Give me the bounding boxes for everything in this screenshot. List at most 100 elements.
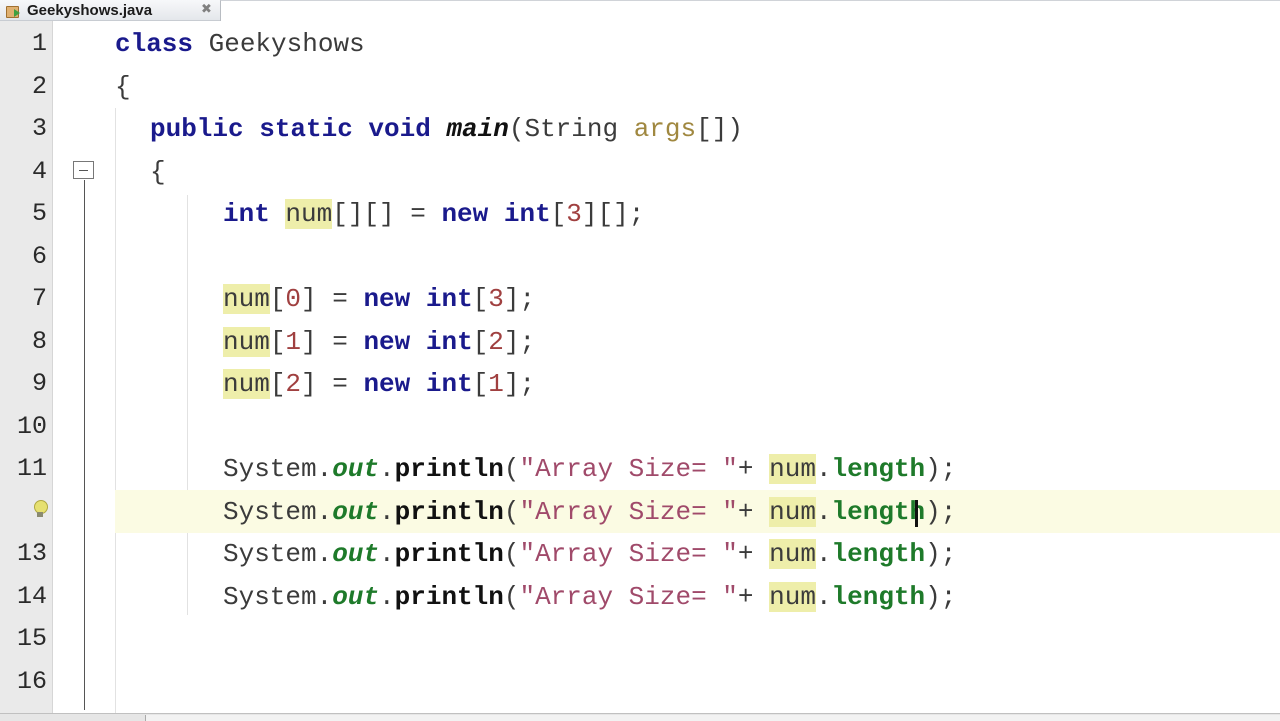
code-text: ( <box>503 454 520 484</box>
code-text: . <box>379 496 395 527</box>
string-literal: "Array Size= " <box>519 496 738 527</box>
field-length: length <box>831 539 926 569</box>
line-number: 8 <box>31 326 47 356</box>
code-line: 2 { <box>0 66 1280 109</box>
number-literal: 1 <box>488 369 504 399</box>
line-number: 10 <box>16 411 47 441</box>
code-line: System.out.println("Array Size= "+ num.l… <box>0 491 1280 534</box>
code-line: 7 num[0] = new int[3]; <box>0 278 1280 321</box>
lightbulb-icon[interactable] <box>32 500 48 518</box>
code-text: [ <box>269 369 286 399</box>
line-number: 6 <box>31 241 47 271</box>
method-name: println <box>394 539 504 569</box>
code-text: ] = <box>301 326 364 357</box>
line-number: 7 <box>31 284 47 313</box>
code-text: [ <box>550 199 567 229</box>
code-text: [ <box>472 326 489 357</box>
tab-title: Geekyshows.java <box>27 1 153 19</box>
code-text: ); <box>925 496 957 527</box>
keyword: int <box>223 199 286 229</box>
string-literal: "Array Size= " <box>519 539 738 569</box>
code-text: []) <box>696 114 743 144</box>
code-line: 5 int num[][] = new int[3][]; <box>0 193 1280 236</box>
brace: { <box>115 71 131 102</box>
code-text: . <box>815 539 832 569</box>
field-out: out <box>332 496 380 527</box>
code-text: ]; <box>503 326 536 357</box>
class-name: Geekyshows <box>193 29 365 59</box>
code-text: ] = <box>301 369 364 399</box>
code-text: ( <box>503 581 520 612</box>
line-number: 11 <box>16 454 47 483</box>
code-line: 16 <box>0 661 1280 704</box>
variable-highlight: num <box>223 369 270 399</box>
code-text: ]; <box>503 284 536 314</box>
variable-highlight: num <box>769 496 816 527</box>
parameter: args <box>633 114 697 144</box>
code-text: [ <box>269 326 286 357</box>
code-line: 14 System.out.println("Array Size= "+ nu… <box>0 576 1280 619</box>
tab-geekyshows-java[interactable]: Geekyshows.java ✖ <box>0 0 221 20</box>
code-text: System. <box>223 496 333 527</box>
code-text: + <box>737 496 770 527</box>
code-line: 11 System.out.println("Array Size= "+ nu… <box>0 448 1280 491</box>
number-literal: 2 <box>488 326 504 357</box>
code-text: ] = <box>301 284 364 314</box>
code-line: 3 public static void main(String args[]) <box>0 108 1280 151</box>
code-text: ); <box>925 539 957 569</box>
number-literal: 2 <box>285 369 302 399</box>
variable-highlight: num <box>769 581 816 612</box>
code-line: 8 num[1] = new int[2]; <box>0 321 1280 364</box>
method-name: println <box>394 496 504 527</box>
code-text: ( <box>503 496 520 527</box>
brace: { <box>150 156 166 187</box>
code-text: System. <box>223 581 333 612</box>
close-icon[interactable]: ✖ <box>201 2 212 17</box>
field-length: length <box>831 581 926 612</box>
code-text: ); <box>925 454 957 484</box>
line-number: 13 <box>16 539 47 568</box>
variable-highlight: num <box>769 454 816 484</box>
line-number: 4 <box>31 156 47 186</box>
code-text: . <box>379 454 395 484</box>
line-number: 2 <box>31 71 47 101</box>
field-out: out <box>332 581 380 612</box>
code-text: . <box>815 581 832 612</box>
code-line: 13 System.out.println("Array Size= "+ nu… <box>0 533 1280 576</box>
code-text: ]; <box>503 369 536 399</box>
code-text: System. <box>223 454 333 484</box>
line-number: 5 <box>31 199 47 228</box>
code-text: [ <box>472 369 489 399</box>
editor-tab-bar: Geekyshows.java ✖ <box>0 0 1280 21</box>
keyword: new int <box>363 326 473 357</box>
code-text: + <box>737 454 770 484</box>
string-literal: "Array Size= " <box>519 454 738 484</box>
code-text: ( <box>503 539 520 569</box>
keyword: new int <box>441 199 551 229</box>
line-number: 9 <box>31 369 47 398</box>
field-out: out <box>332 539 380 569</box>
text-cursor <box>915 500 918 527</box>
code-text: ); <box>925 581 957 612</box>
code-text: + <box>737 581 770 612</box>
field-length: length <box>831 496 926 527</box>
code-text: [ <box>472 284 489 314</box>
variable-highlight: num <box>223 326 270 357</box>
string-literal: "Array Size= " <box>519 581 738 612</box>
line-number: 3 <box>31 114 47 143</box>
scrollbar-thumb[interactable] <box>145 715 1280 721</box>
keyword: public static void <box>150 114 447 144</box>
method-name: println <box>394 454 504 484</box>
code-text: (String <box>508 114 634 144</box>
line-number: 14 <box>16 581 47 611</box>
number-literal: 1 <box>285 326 302 357</box>
line-number: 1 <box>31 29 47 58</box>
variable-highlight: num <box>223 284 270 314</box>
java-file-icon <box>5 3 21 18</box>
code-line: 1 class Geekyshows <box>0 23 1280 66</box>
code-text: + <box>737 539 770 569</box>
code-text: . <box>379 581 395 612</box>
code-text: [][] = <box>332 199 442 229</box>
number-literal: 3 <box>488 284 504 314</box>
code-text: . <box>379 539 395 569</box>
